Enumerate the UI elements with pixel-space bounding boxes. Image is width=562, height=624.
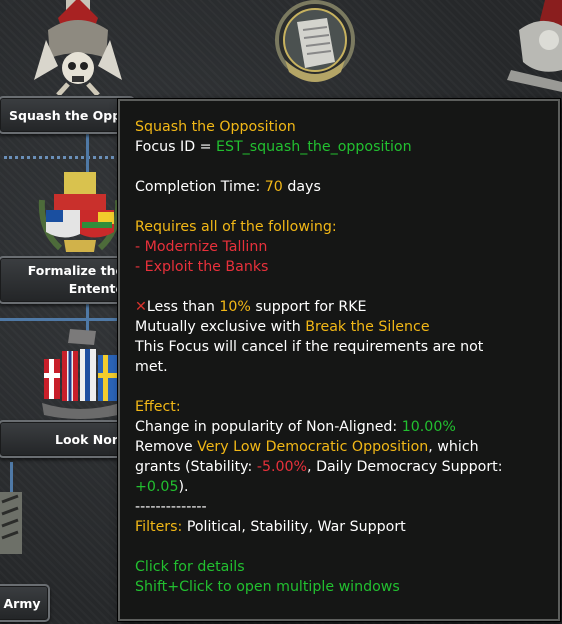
- tooltip-title: Squash the Opposition: [135, 119, 296, 135]
- remove-spirit-row: Remove Very Low Democratic Opposition, w…: [135, 437, 558, 457]
- completion-unit: days: [282, 179, 321, 195]
- remove-spirit: Very Low Democratic Opposition: [197, 439, 429, 455]
- support-value: 10%: [219, 299, 251, 315]
- filters-label: Filters:: [135, 519, 183, 535]
- focus-label-text: Squash the Opp: [9, 107, 122, 123]
- focus-label-text: Look Nort: [55, 431, 124, 447]
- remove-suffix: , which: [428, 439, 479, 455]
- cross-icon: ✕: [135, 299, 147, 315]
- mutex-focus: Break the Silence: [305, 319, 430, 335]
- support-suffix: support for RKE: [250, 299, 367, 315]
- cancel-note: This Focus will cancel if the requiremen…: [135, 339, 484, 355]
- popularity-row: Change in popularity of Non-Aligned: 10.…: [135, 417, 558, 437]
- filters-value: Political, Stability, War Support: [182, 519, 406, 535]
- focus-label-army[interactable]: Army: [0, 584, 50, 622]
- grants-row-2: +0.05).: [135, 477, 558, 497]
- nordic-flags-focus-icon[interactable]: [40, 325, 122, 420]
- grants-support: +0.05: [135, 479, 179, 495]
- completion-time-row: Completion Time: 70 days: [135, 177, 558, 197]
- knight-focus-icon[interactable]: [505, 0, 562, 92]
- completion-label: Completion Time:: [135, 179, 265, 195]
- focus-tooltip: Squash the Opposition Focus ID = EST_squ…: [118, 99, 560, 621]
- grants-stability: -5.00%: [256, 459, 308, 475]
- requires-header: Requires all of the following:: [135, 219, 337, 235]
- focus-label-text: Army: [3, 595, 41, 611]
- requirement-item: - Modernize Tallinn: [135, 239, 268, 255]
- cancel-note: met.: [135, 359, 168, 375]
- grants-row: grants (Stability: -5.00%, Daily Democra…: [135, 457, 558, 477]
- army-focus-icon[interactable]: [0, 492, 30, 572]
- focus-label-formalize-the-entente[interactable]: Formalize the Entente: [0, 256, 134, 304]
- focus-label-text: Formalize the: [27, 263, 124, 278]
- coat-of-arms-focus-icon[interactable]: [38, 170, 122, 258]
- focus-connector-line: [0, 318, 120, 321]
- focus-id-row: Focus ID = EST_squash_the_opposition: [135, 137, 558, 157]
- popularity-label: Change in popularity of Non-Aligned:: [135, 419, 402, 435]
- popularity-value: 10.00%: [401, 419, 456, 435]
- click-hint: Click for details: [135, 559, 245, 575]
- document-focus-icon[interactable]: [275, 0, 355, 90]
- effect-header: Effect:: [135, 399, 181, 415]
- focus-id-value: EST_squash_the_opposition: [216, 139, 412, 155]
- requirement-item: - Exploit the Banks: [135, 259, 269, 275]
- completion-value: 70: [264, 179, 283, 195]
- shift-click-hint: Shift+Click to open multiple windows: [135, 579, 400, 595]
- focus-label-squash-the-opposition[interactable]: Squash the Opp: [0, 96, 135, 134]
- mutex-prefix: Mutually exclusive with: [135, 319, 306, 335]
- mutually-exclusive-connector: [4, 156, 120, 159]
- grants-prefix: grants (Stability:: [135, 459, 257, 475]
- support-condition-row: ✕Less than 10% support for RKE: [135, 297, 558, 317]
- mutex-row: Mutually exclusive with Break the Silenc…: [135, 317, 558, 337]
- grants-end: ).: [178, 479, 189, 495]
- support-prefix: Less than: [146, 299, 220, 315]
- focus-id-label: Focus ID =: [135, 139, 217, 155]
- focus-label-text: Entente: [68, 281, 124, 296]
- grants-middle: , Daily Democracy Support:: [307, 459, 503, 475]
- remove-prefix: Remove: [135, 439, 198, 455]
- skull-focus-icon[interactable]: [28, 0, 128, 95]
- filters-row: Filters: Political, Stability, War Suppo…: [135, 517, 558, 537]
- focus-label-look-north[interactable]: Look Nort: [0, 420, 127, 458]
- separator: --------------: [135, 499, 207, 515]
